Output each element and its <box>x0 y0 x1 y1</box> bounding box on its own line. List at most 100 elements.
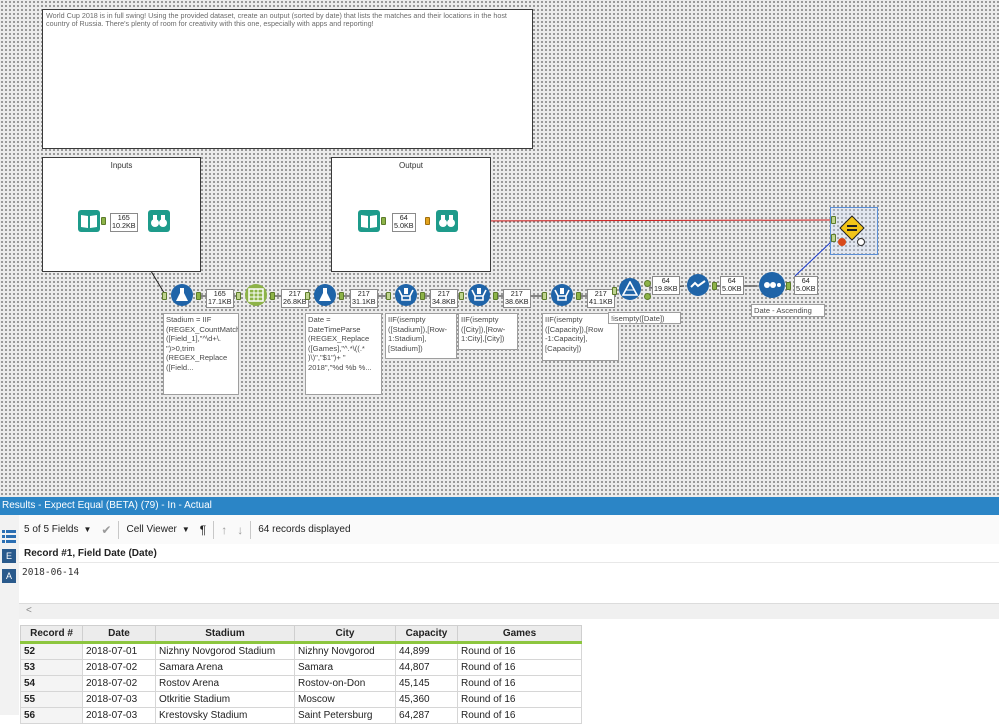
output-anchor[interactable] <box>381 217 386 225</box>
column-header[interactable]: Record # <box>20 625 83 644</box>
workflow-canvas[interactable]: World Cup 2018 is in full swing! Using t… <box>0 0 999 497</box>
input-data-tool[interactable] <box>78 210 100 232</box>
column-header[interactable]: Capacity <box>395 625 458 644</box>
table-cell[interactable]: 45,145 <box>395 675 458 692</box>
table-row[interactable]: 53 2018-07-02 Samara Arena Samara 44,807… <box>20 659 582 676</box>
table-cell[interactable]: 45,360 <box>395 691 458 708</box>
input-anchor[interactable] <box>236 292 241 300</box>
output-anchor[interactable] <box>420 292 425 300</box>
stat-size: 17.1KB <box>208 297 232 307</box>
table-cell[interactable]: 2018-07-02 <box>82 659 156 676</box>
table-cell[interactable]: Saint Petersburg <box>294 707 396 724</box>
table-cell[interactable]: 44,807 <box>395 659 458 676</box>
table-cell[interactable]: Krestovsky Stadium <box>155 707 295 724</box>
apply-fields-button[interactable]: ✔ <box>96 523 116 537</box>
toolbar-divider <box>250 520 252 539</box>
list-view-button[interactable] <box>2 529 16 543</box>
input-anchor[interactable] <box>386 292 391 300</box>
inputs-container-caption: Inputs <box>110 161 133 170</box>
table-cell[interactable]: Nizhny Novgorod <box>294 642 396 660</box>
add-anchor-icon[interactable] <box>857 238 865 246</box>
table-row[interactable]: 52 2018-07-01 Nizhny Novgorod Stadium Ni… <box>20 642 582 660</box>
table-cell[interactable]: Nizhny Novgorod Stadium <box>155 642 295 660</box>
table-cell[interactable]: Samara Arena <box>155 659 295 676</box>
table-cell[interactable]: Rostov-on-Don <box>294 675 396 692</box>
multi-row-formula-tool-2[interactable] <box>468 284 490 306</box>
table-cell[interactable]: 56 <box>20 707 83 724</box>
table-cell[interactable]: Round of 16 <box>457 707 582 724</box>
stat-size: 34.8KB <box>432 297 456 307</box>
input-anchor[interactable] <box>162 292 167 300</box>
table-cell[interactable]: 2018-07-03 <box>82 707 156 724</box>
table-row[interactable]: 56 2018-07-03 Krestovsky Stadium Saint P… <box>20 707 582 724</box>
output-anchor[interactable] <box>196 292 201 300</box>
output-anchor[interactable] <box>425 217 430 225</box>
previous-record-button[interactable]: ↑ <box>216 523 232 537</box>
cell-viewer-dropdown[interactable]: Cell Viewer ▼ <box>121 524 194 535</box>
true-anchor[interactable] <box>644 280 651 287</box>
input-anchor[interactable] <box>612 287 617 295</box>
output-anchor[interactable] <box>576 292 581 300</box>
multi-row-formula-tool-1[interactable] <box>395 284 417 306</box>
table-cell[interactable]: Round of 16 <box>457 675 582 692</box>
pilcrow-button[interactable]: ¶ <box>195 523 211 537</box>
column-header[interactable]: Stadium <box>155 625 295 644</box>
table-cell[interactable]: Samara <box>294 659 396 676</box>
column-header[interactable]: Date <box>82 625 156 644</box>
table-cell[interactable]: 2018-07-02 <box>82 675 156 692</box>
output-container-caption: Output <box>398 161 423 170</box>
scroll-left-arrow-icon[interactable]: < <box>26 605 32 616</box>
select-tool[interactable] <box>687 274 709 296</box>
input-anchor[interactable] <box>542 292 547 300</box>
table-row[interactable]: 54 2018-07-02 Rostov Arena Rostov-on-Don… <box>20 675 582 692</box>
record-count-stat: 217 41.1KB <box>587 289 615 308</box>
formula-tool-1[interactable] <box>171 284 193 306</box>
chevron-down-icon: ▼ <box>83 525 92 534</box>
e-view-button[interactable]: E <box>2 549 16 563</box>
a-view-button[interactable]: A <box>2 569 16 583</box>
formula-tool-2[interactable] <box>314 284 336 306</box>
records-displayed: 64 records displayed <box>258 524 351 535</box>
output-anchor[interactable] <box>712 282 717 290</box>
sort-tool[interactable] <box>759 272 785 298</box>
table-row[interactable]: 55 2018-07-03 Otkritie Stadium Moscow 45… <box>20 691 582 708</box>
table-cell[interactable]: Round of 16 <box>457 642 582 660</box>
record-count-stat: 217 31.1KB <box>350 289 378 308</box>
browse-tool[interactable] <box>436 210 458 232</box>
input-anchor[interactable] <box>831 216 836 224</box>
column-header[interactable]: City <box>294 625 396 644</box>
column-header[interactable]: Games <box>457 625 582 644</box>
false-anchor[interactable] <box>644 293 651 300</box>
cell-viewer-label: Cell Viewer <box>126 524 177 535</box>
input-anchor[interactable] <box>831 234 836 242</box>
fields-label: 5 of 5 Fields <box>24 524 79 535</box>
output-anchor[interactable] <box>786 282 791 290</box>
table-cell[interactable]: Otkritie Stadium <box>155 691 295 708</box>
filter-tool[interactable] <box>619 278 641 300</box>
table-cell[interactable]: 52 <box>20 642 83 660</box>
comment-box[interactable]: World Cup 2018 is in full swing! Using t… <box>42 9 533 149</box>
text-input-tool[interactable] <box>358 210 380 232</box>
output-anchor[interactable] <box>101 217 106 225</box>
input-anchor[interactable] <box>459 292 464 300</box>
table-cell[interactable]: 44,899 <box>395 642 458 660</box>
output-anchor[interactable] <box>493 292 498 300</box>
table-cell[interactable]: 2018-07-03 <box>82 691 156 708</box>
text-to-columns-tool[interactable] <box>245 284 267 306</box>
output-anchor[interactable] <box>270 292 275 300</box>
table-cell[interactable]: 55 <box>20 691 83 708</box>
table-cell[interactable]: 53 <box>20 659 83 676</box>
table-cell[interactable]: Rostov Arena <box>155 675 295 692</box>
table-cell[interactable]: 64,287 <box>395 707 458 724</box>
input-anchor[interactable] <box>305 292 310 300</box>
table-cell[interactable]: Round of 16 <box>457 691 582 708</box>
table-cell[interactable]: 54 <box>20 675 83 692</box>
table-cell[interactable]: Moscow <box>294 691 396 708</box>
multi-row-formula-tool-3[interactable] <box>551 284 573 306</box>
next-record-button[interactable]: ↓ <box>232 523 248 537</box>
table-cell[interactable]: 2018-07-01 <box>82 642 156 660</box>
fields-dropdown[interactable]: 5 of 5 Fields ▼ <box>19 524 96 535</box>
browse-tool[interactable] <box>148 210 170 232</box>
table-cell[interactable]: Round of 16 <box>457 659 582 676</box>
output-anchor[interactable] <box>339 292 344 300</box>
